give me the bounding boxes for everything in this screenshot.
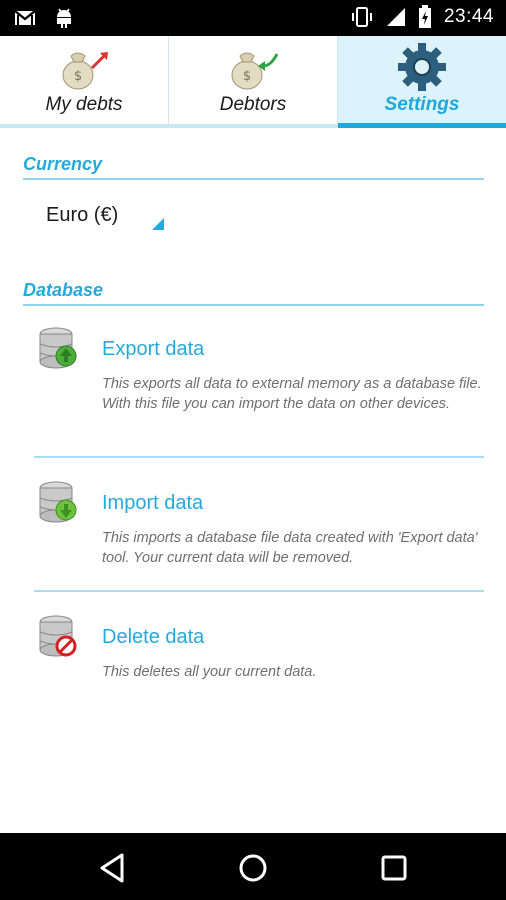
money-bag-out-icon: $ <box>62 52 108 90</box>
money-bag-in-icon: $ <box>231 52 279 90</box>
currency-spinner[interactable]: Euro (€) <box>46 204 168 234</box>
database-delete-icon <box>39 615 77 657</box>
home-icon[interactable] <box>236 851 270 885</box>
export-data-title: Export data <box>102 338 205 360</box>
tab-label: Debtors <box>219 94 287 115</box>
back-icon[interactable] <box>96 851 130 885</box>
dropdown-triangle-icon <box>152 218 164 230</box>
tab-label: Settings <box>384 94 460 115</box>
vibrate-icon <box>351 7 372 27</box>
gmail-icon <box>14 10 36 25</box>
database-import-icon <box>39 481 77 523</box>
currency-value: Euro (€) <box>46 204 119 226</box>
signal-icon <box>386 8 405 26</box>
import-data-item[interactable]: Import data This imports a database file… <box>34 480 484 588</box>
export-data-item[interactable]: Export data This exports all data to ext… <box>34 326 484 454</box>
delete-data-title: Delete data <box>102 626 205 648</box>
import-data-title: Import data <box>102 492 204 514</box>
tab-settings[interactable]: Settings <box>338 36 506 128</box>
android-debug-icon <box>57 8 71 28</box>
tab-bar: $ My debts $ Debtors Settings <box>0 36 506 128</box>
delete-data-description: This deletes all your current data. <box>102 664 317 680</box>
clock: 23:44 <box>443 6 494 27</box>
battery-icon <box>418 5 431 28</box>
svg-text:$: $ <box>74 69 82 84</box>
tab-debtors[interactable]: $ Debtors <box>169 36 338 128</box>
tab-my-debts[interactable]: $ My debts <box>0 36 169 128</box>
navigation-bar <box>0 833 506 900</box>
database-header: Database <box>23 280 484 306</box>
divider <box>34 590 484 592</box>
svg-text:$: $ <box>243 69 251 84</box>
gear-icon <box>398 43 446 91</box>
tab-label: My debts <box>45 94 123 115</box>
divider <box>34 456 484 458</box>
import-data-description: This imports a database file data create… <box>102 530 478 566</box>
recents-icon[interactable] <box>377 851 411 885</box>
delete-data-item[interactable]: Delete data This deletes all your curren… <box>34 614 484 694</box>
database-export-icon <box>39 327 77 369</box>
status-bar: 23:44 <box>0 0 506 36</box>
currency-header: Currency <box>23 154 484 180</box>
export-data-description: This exports all data to external memory… <box>102 376 482 412</box>
